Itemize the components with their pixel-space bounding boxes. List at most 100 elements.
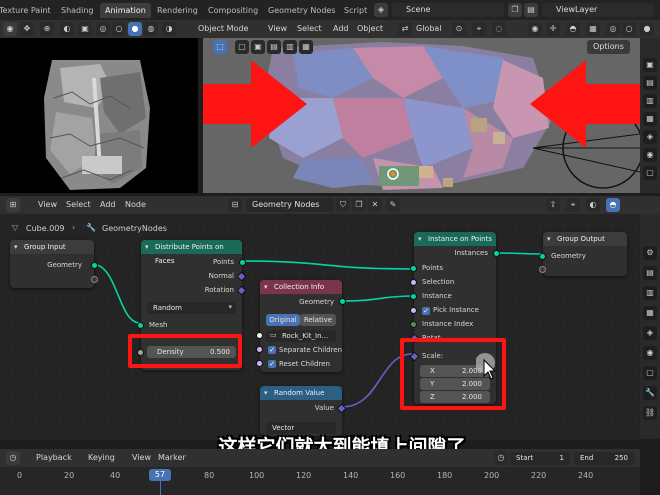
timeline-menu-view[interactable]: View xyxy=(132,451,151,465)
tab-compositing[interactable]: Compositing xyxy=(203,3,263,18)
view-layer-tab-icon[interactable]: ▦ xyxy=(643,306,657,320)
material-preview-icon[interactable]: ● xyxy=(640,22,654,36)
render-props-icon[interactable]: ▤ xyxy=(643,266,657,280)
select-tool-icon-right[interactable]: ⬚ xyxy=(213,40,227,54)
points-input-socket[interactable] xyxy=(410,265,417,272)
right-options-button[interactable]: Options xyxy=(587,40,630,54)
main-3d-viewport[interactable] xyxy=(203,38,640,193)
unlink-icon[interactable]: ✕ xyxy=(368,198,382,212)
visibility-icon[interactable]: ◉ xyxy=(528,22,542,36)
random-value-node[interactable]: Random Value Value Vector xyxy=(260,386,347,436)
proportional-edit-icon[interactable]: ◌ xyxy=(492,22,506,36)
instance-input-socket[interactable] xyxy=(410,293,417,300)
tab-texture-paint[interactable]: Texture Paint xyxy=(0,3,56,18)
pivot-icon[interactable]: ⊙ xyxy=(452,22,466,36)
node-menu-view[interactable]: View xyxy=(38,198,57,212)
xray-icon[interactable]: ▣ xyxy=(78,22,92,36)
select-invert-icon-right[interactable]: ▥ xyxy=(283,40,297,54)
left-viewport[interactable] xyxy=(0,38,198,193)
group-output-geometry-socket[interactable] xyxy=(539,253,546,260)
menu-view[interactable]: View xyxy=(268,22,287,36)
timeline-menu-playback[interactable]: Playback xyxy=(36,451,72,465)
group-output-empty-socket[interactable] xyxy=(539,266,546,273)
view-layer-props-icon[interactable]: ▦ xyxy=(643,112,657,126)
selection-socket[interactable] xyxy=(410,279,417,286)
timeline-menu-keying[interactable]: Keying xyxy=(88,451,115,465)
select-box-icon-right[interactable]: ▢ xyxy=(235,40,249,54)
fake-user-shield-icon[interactable]: ⛉ xyxy=(336,198,350,212)
object-tab-icon[interactable]: ▢ xyxy=(643,366,657,380)
camera-view-icon[interactable]: ▣ xyxy=(643,58,657,72)
timeline-ruler[interactable]: 0 20 40 60 80 100 120 140 160 180 200 22… xyxy=(0,467,640,495)
gizmo-icon[interactable]: ✛ xyxy=(546,22,560,36)
menu-object[interactable]: Object xyxy=(357,22,383,36)
duplicate-icon[interactable]: ❐ xyxy=(352,198,366,212)
start-frame-field[interactable]: Start 1 xyxy=(510,452,570,465)
snap-node-icon[interactable]: ⌖ xyxy=(566,198,580,212)
node-tree-icon[interactable]: ⊟ xyxy=(228,198,242,212)
select-extend-icon-right[interactable]: ▣ xyxy=(251,40,265,54)
tab-script[interactable]: Script xyxy=(339,3,372,18)
view-layer-icon[interactable]: ▤ xyxy=(524,3,538,17)
pick-instance-socket[interactable] xyxy=(410,307,417,314)
world-tab-icon[interactable]: ◉ xyxy=(643,346,657,360)
scene-icon[interactable]: ◈ xyxy=(374,3,388,17)
output-icon[interactable]: ▥ xyxy=(643,94,657,108)
separate-children-socket[interactable] xyxy=(256,346,263,353)
xray-toggle-icon[interactable]: ▦ xyxy=(586,22,600,36)
overlay-icon[interactable]: ◐ xyxy=(60,22,74,36)
pick-instance-checkbox[interactable]: ✓ xyxy=(422,307,430,315)
select-intersect-icon-right[interactable]: ▦ xyxy=(299,40,313,54)
render-icon[interactable]: ▤ xyxy=(643,76,657,90)
instances-output-socket[interactable] xyxy=(493,250,500,257)
distribute-mode-dropdown[interactable]: Random xyxy=(147,302,236,314)
instance-index-socket[interactable] xyxy=(410,321,417,328)
object-mode-dropdown[interactable]: Object Mode xyxy=(198,22,248,36)
shading-render-icon[interactable]: ◍ xyxy=(144,22,158,36)
constraint-tab-icon[interactable]: ⛓ xyxy=(643,406,657,420)
node-canvas[interactable]: Group Input Geometry Distribute Points o… xyxy=(0,214,640,440)
reset-children-checkbox[interactable]: ✓ xyxy=(268,360,276,368)
viewport-gizmo-icon[interactable]: ⊕ xyxy=(40,22,54,36)
current-frame-indicator[interactable]: 57 xyxy=(149,469,171,481)
pan-icon[interactable]: ✥ xyxy=(20,22,34,36)
view-icon[interactable]: ◑ xyxy=(162,22,176,36)
editor-type-icon[interactable]: ◉ xyxy=(3,22,17,36)
scene-props-icon[interactable]: ◈ xyxy=(643,130,657,144)
tab-animation[interactable]: Animation xyxy=(100,3,151,18)
group-output-node[interactable]: Group Output Geometry xyxy=(539,232,627,276)
node-tree-field[interactable]: Geometry Nodes xyxy=(246,198,334,212)
world-props-icon[interactable]: ◉ xyxy=(643,148,657,162)
tab-geometry-nodes[interactable]: Geometry Nodes xyxy=(263,3,340,18)
group-input-empty-socket[interactable] xyxy=(91,276,98,283)
overlays-icon[interactable]: ◓ xyxy=(566,22,580,36)
node-menu-add[interactable]: Add xyxy=(100,198,116,212)
collection-input-socket[interactable] xyxy=(256,332,263,339)
node-menu-select[interactable]: Select xyxy=(66,198,91,212)
parent-tree-icon[interactable]: ⇧ xyxy=(546,198,560,212)
collection-geometry-socket[interactable] xyxy=(339,298,346,305)
pin-icon[interactable]: ✎ xyxy=(386,198,400,212)
scene-field[interactable]: Scene xyxy=(392,3,504,17)
original-toggle[interactable]: Original xyxy=(266,314,300,326)
shading-solid-icon[interactable]: ○ xyxy=(112,22,126,36)
collection-info-node[interactable]: Collection Info Geometry Original Relati… xyxy=(256,280,346,372)
shading-material-icon[interactable]: ● xyxy=(128,22,142,36)
relative-toggle[interactable]: Relative xyxy=(300,314,336,326)
group-input-node[interactable]: Group Input Geometry xyxy=(10,240,98,288)
snap-icon[interactable]: ⌖ xyxy=(472,22,486,36)
menu-select[interactable]: Select xyxy=(297,22,322,36)
select-subtract-icon-right[interactable]: ▤ xyxy=(267,40,281,54)
menu-add[interactable]: Add xyxy=(333,22,349,36)
transform-global-dropdown[interactable]: Global xyxy=(416,22,442,36)
tab-shading[interactable]: Shading xyxy=(56,3,99,18)
shading-wire-icon[interactable]: ◎ xyxy=(96,22,110,36)
tool-props-icon[interactable]: ⚙ xyxy=(643,246,657,260)
view-layer-field[interactable]: ViewLayer xyxy=(542,3,654,17)
overlay-node-icon[interactable]: ◐ xyxy=(586,198,600,212)
modifier-tab-icon[interactable]: 🔧 xyxy=(643,386,657,400)
transform-orientation-icon[interactable]: ⇄ xyxy=(398,22,412,36)
scene-tab-icon[interactable]: ◈ xyxy=(643,326,657,340)
timeline-editor-icon[interactable]: ◷ xyxy=(6,451,20,465)
end-frame-field[interactable]: End 250 xyxy=(574,452,634,465)
